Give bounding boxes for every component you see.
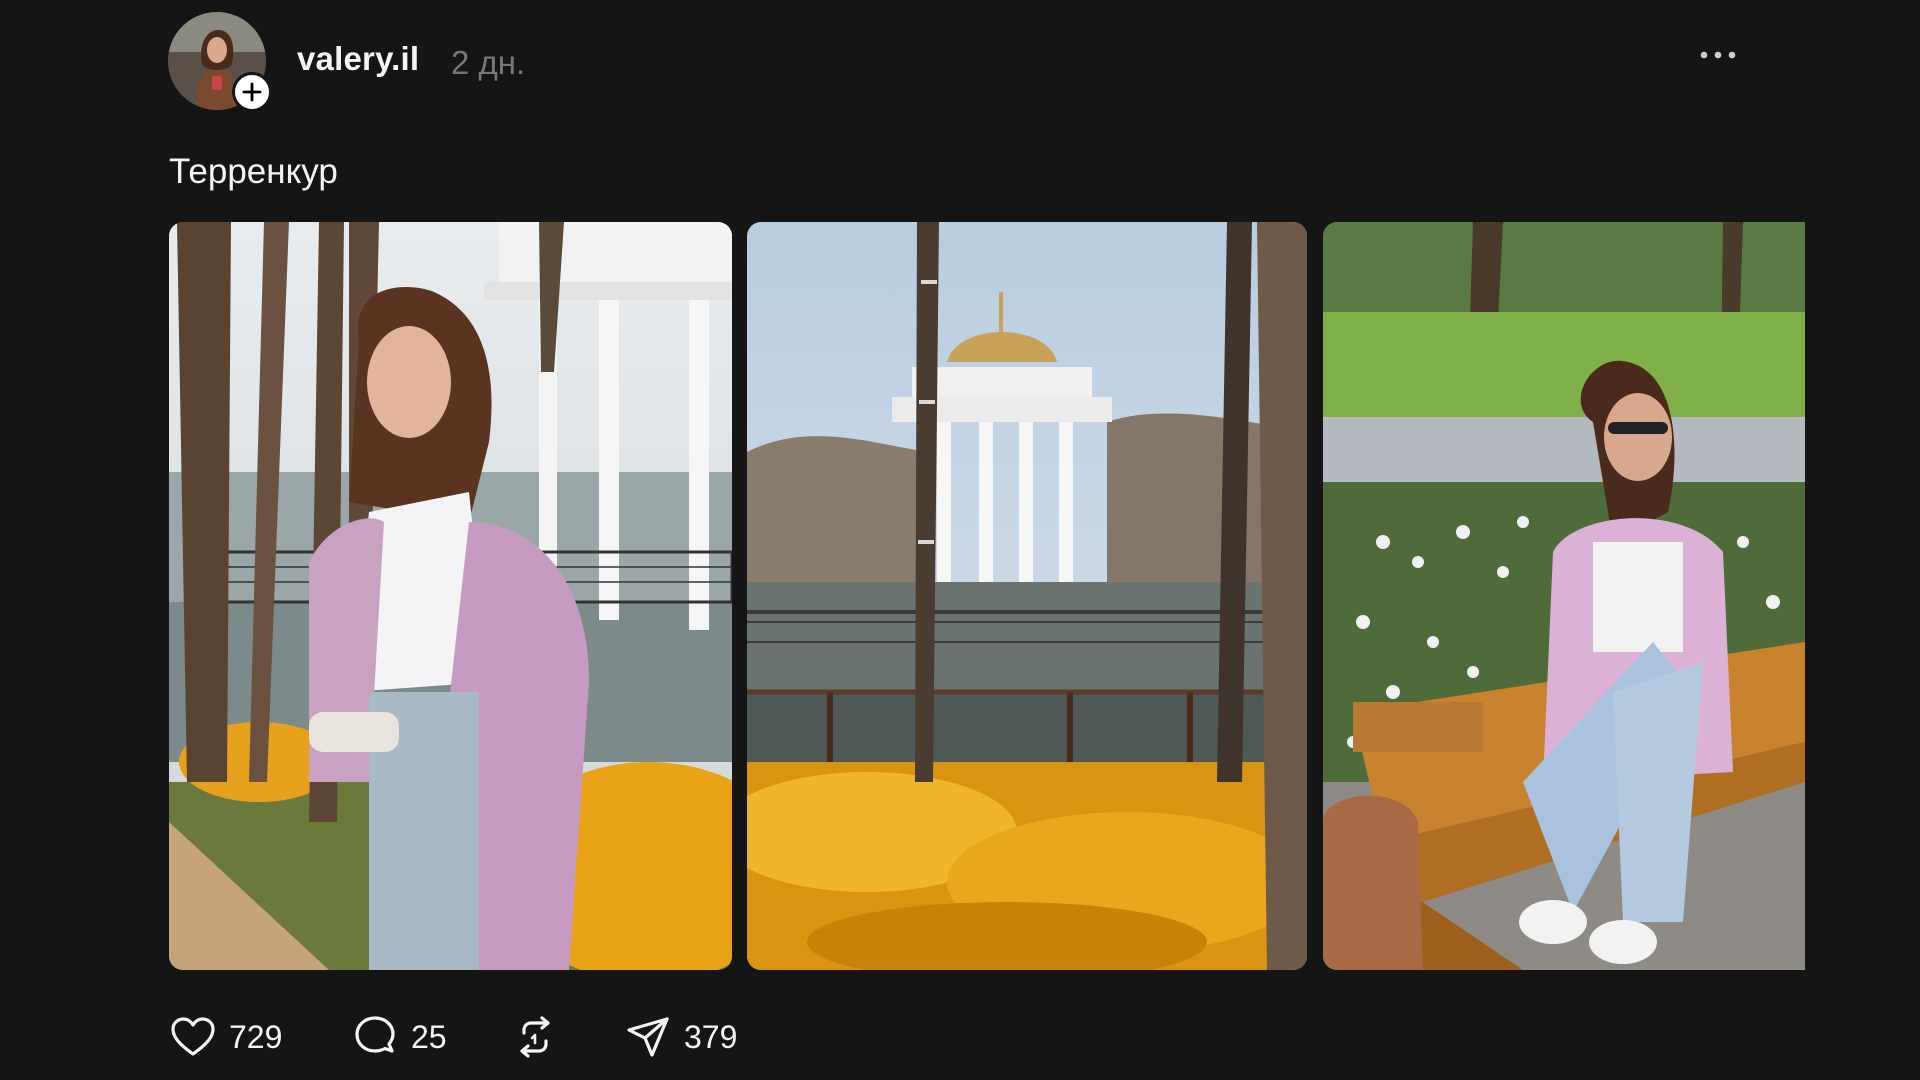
author-username[interactable]: valery.il [297,40,419,78]
like-button[interactable]: 729 [169,1010,282,1064]
more-options-button[interactable] [1693,40,1743,70]
repost-icon [520,1016,550,1058]
share-count: 379 [684,1018,738,1055]
thread-post: valery.il 2 дн. Терренкур 729 25 379 [0,0,1920,1080]
like-count: 729 [229,1018,283,1055]
more-horizontal-icon [1700,51,1736,59]
post-photo-1[interactable] [169,222,732,970]
plus-icon [242,82,262,102]
comment-bubble-icon [355,1016,395,1053]
repost-button[interactable] [511,1010,571,1064]
share-button[interactable]: 379 [624,1010,737,1064]
follow-button[interactable] [232,72,272,112]
post-photo-2[interactable] [747,222,1307,970]
author-avatar[interactable] [168,12,272,112]
photo-gazebo-pond-flowers [747,222,1307,970]
comment-count: 25 [411,1018,447,1055]
comment-button[interactable]: 25 [351,1010,447,1064]
photo-woman-on-bench [1323,222,1805,970]
photo-woman-by-gazebo [169,222,732,970]
send-icon [627,1017,669,1057]
heart-icon [171,1017,215,1056]
post-caption: Терренкур [169,152,338,191]
post-timestamp[interactable]: 2 дн. [451,44,525,82]
post-photo-3[interactable] [1323,222,1805,970]
